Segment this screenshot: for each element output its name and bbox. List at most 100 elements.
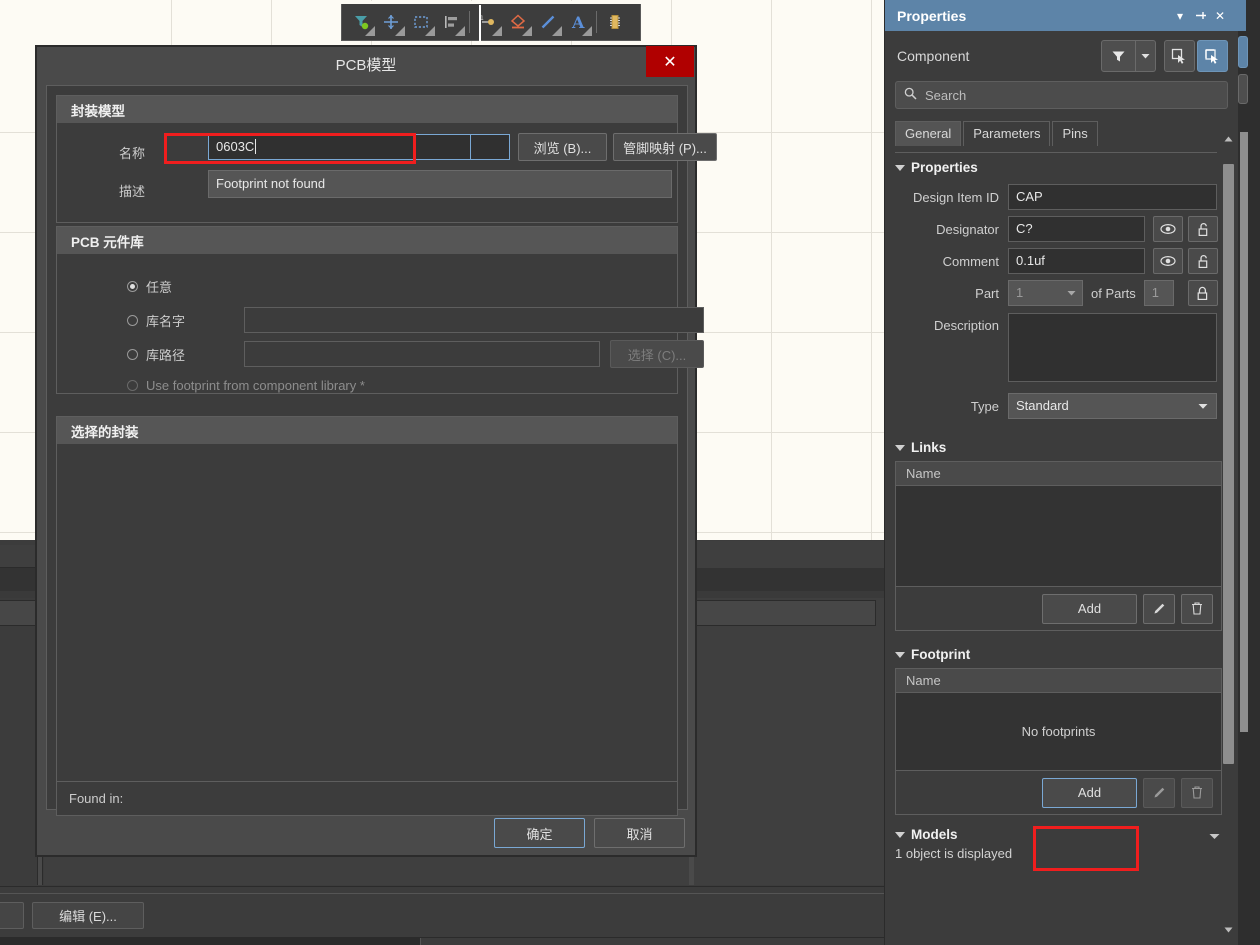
place-net-label-icon[interactable]: 1: [473, 7, 503, 37]
scrollbar-down-arrow[interactable]: [1223, 923, 1234, 937]
bottom-button-partial[interactable]: [0, 902, 24, 929]
part-lock-closed-icon[interactable]: [1187, 280, 1218, 306]
description-row: Description: [895, 309, 1222, 382]
footprint-name-input[interactable]: 0603C: [208, 134, 471, 160]
radio-library-path-indicator[interactable]: [127, 349, 138, 360]
radio-option-library-name[interactable]: 库名字: [127, 311, 185, 330]
tab-general[interactable]: General: [895, 121, 962, 146]
selected-footprint-section-header: 选择的封装: [56, 416, 678, 444]
properties-scrollbar[interactable]: [1223, 132, 1234, 937]
library-name-input[interactable]: [244, 307, 704, 333]
comment-eye-visibility-icon[interactable]: [1153, 248, 1183, 274]
links-list-body[interactable]: [896, 486, 1221, 586]
selection-filter-icon[interactable]: [1197, 40, 1228, 72]
scrollbar-thumb[interactable]: [1223, 164, 1234, 764]
section-title-properties: Properties: [911, 160, 978, 175]
designator-lock-open-icon[interactable]: [1188, 216, 1218, 242]
dialog-close-button[interactable]: ✕: [646, 46, 694, 77]
section-header-links[interactable]: Links: [895, 440, 1238, 455]
radio-any-indicator[interactable]: [127, 281, 138, 292]
comment-lock-open-icon[interactable]: [1188, 248, 1218, 274]
collapse-triangle-icon[interactable]: [895, 444, 905, 451]
toolbar-text-cursor: [479, 5, 481, 41]
tab-pins[interactable]: Pins: [1052, 121, 1098, 146]
search-input[interactable]: Search: [895, 81, 1228, 109]
browse-button[interactable]: 浏览 (B)...: [518, 133, 607, 161]
links-listbox[interactable]: Name Add: [895, 461, 1222, 631]
place-component-icon[interactable]: [600, 7, 630, 37]
schematic-drawing-toolbar[interactable]: 1 A: [341, 1, 643, 41]
radio-option-library-path[interactable]: 库路径: [127, 345, 185, 364]
part-label: Part: [975, 285, 999, 301]
chevron-down-icon[interactable]: ▾: [1170, 6, 1190, 26]
collapse-triangle-icon[interactable]: [895, 651, 905, 658]
designator-eye-visibility-icon[interactable]: [1153, 216, 1183, 242]
workspace-left-strip-a: [0, 545, 36, 568]
design-item-id-input[interactable]: CAP: [1008, 184, 1217, 210]
footprint-description-field: Footprint not found: [208, 170, 672, 198]
scrollbar-up-arrow[interactable]: [1223, 132, 1234, 146]
of-parts-value: 1: [1143, 280, 1174, 306]
footprint-add-button[interactable]: Add: [1042, 777, 1137, 808]
right-edge-active-button-sliver[interactable]: [1238, 36, 1248, 68]
designator-input[interactable]: C?: [1008, 216, 1145, 242]
properties-panel-title: Properties: [897, 7, 967, 24]
funnel-filter-icon[interactable]: [1101, 40, 1136, 72]
library-path-input[interactable]: [244, 341, 600, 367]
properties-tabs[interactable]: General Parameters Pins: [895, 121, 1238, 146]
filter-dropdown-chevron-down-icon[interactable]: [1136, 40, 1156, 72]
comment-input[interactable]: 0.1uf: [1008, 248, 1145, 274]
footprint-pencil-edit-icon: [1143, 777, 1175, 808]
bottom-edge-strip-right: [420, 938, 884, 945]
select-rectangle-icon[interactable]: [406, 7, 436, 37]
bottom-toolbar-separator: [0, 893, 884, 894]
section-header-models[interactable]: Models: [895, 827, 1238, 842]
close-icon[interactable]: ✕: [1210, 6, 1230, 26]
section-header-properties[interactable]: Properties: [895, 160, 1238, 175]
right-edge-button-sliver[interactable]: [1238, 74, 1248, 104]
right-edge-scrollbar-sliver[interactable]: [1240, 132, 1248, 732]
description-textarea[interactable]: [1008, 313, 1217, 382]
footprint-trash-delete-icon: [1181, 777, 1213, 808]
footprint-column-header-name: Name: [896, 669, 1221, 693]
select-similar-objects-icon[interactable]: [1164, 40, 1195, 72]
pin-icon[interactable]: [1190, 6, 1210, 26]
properties-panel-titlebar[interactable]: Properties ▾ ✕: [885, 0, 1238, 31]
footprint-listbox[interactable]: Name No footprints Add: [895, 668, 1222, 815]
workspace-right-strip-b: [694, 568, 884, 591]
radio-library-name-label: 库名字: [146, 314, 186, 329]
dialog-titlebar[interactable]: PCB模型 ✕: [37, 46, 695, 81]
collapse-triangle-icon[interactable]: [895, 164, 905, 171]
links-pencil-edit-icon[interactable]: [1143, 593, 1175, 624]
section-header-footprint[interactable]: Footprint: [895, 647, 1238, 662]
type-row: Type Standard: [895, 390, 1222, 422]
links-trash-delete-icon[interactable]: [1181, 593, 1213, 624]
radio-option-any[interactable]: 任意: [127, 277, 172, 296]
wiring-tool-icon[interactable]: [346, 7, 376, 37]
tab-parameters[interactable]: Parameters: [963, 121, 1051, 146]
designator-row: Designator C?: [895, 213, 1222, 245]
part-dropdown[interactable]: 1: [1008, 280, 1083, 306]
place-polygon-icon[interactable]: [503, 7, 533, 37]
align-objects-icon[interactable]: [436, 7, 466, 37]
pcb-model-dialog[interactable]: PCB模型 ✕ 封装模型 名称 0603C 浏览 (B)... 管脚映射 (P)…: [36, 46, 717, 856]
collapse-triangle-icon[interactable]: [895, 831, 905, 838]
section-title-models: Models: [911, 827, 958, 842]
properties-fields-group: Design Item ID CAP Designator C? Comment…: [895, 181, 1222, 422]
pin-map-button[interactable]: 管脚映射 (P)...: [613, 133, 717, 161]
name-label: 名称: [118, 145, 145, 161]
footprint-name-input-extension[interactable]: [471, 134, 510, 160]
footprint-model-section-header: 封装模型: [56, 95, 678, 123]
links-add-button[interactable]: Add: [1042, 593, 1137, 624]
radio-any-label: 任意: [146, 280, 173, 295]
place-line-icon[interactable]: [533, 7, 563, 37]
place-part-crosshair-icon[interactable]: [376, 7, 406, 37]
place-text-icon[interactable]: A: [563, 7, 593, 37]
cancel-button[interactable]: 取消: [594, 818, 685, 848]
ok-button[interactable]: 确定: [494, 818, 585, 848]
radio-library-name-indicator[interactable]: [127, 315, 138, 326]
type-dropdown[interactable]: Standard: [1008, 393, 1217, 419]
edit-button[interactable]: 编辑 (E)...: [32, 902, 144, 929]
workspace-left-strip-b: [0, 568, 36, 591]
dialog-title: PCB模型: [335, 56, 397, 74]
